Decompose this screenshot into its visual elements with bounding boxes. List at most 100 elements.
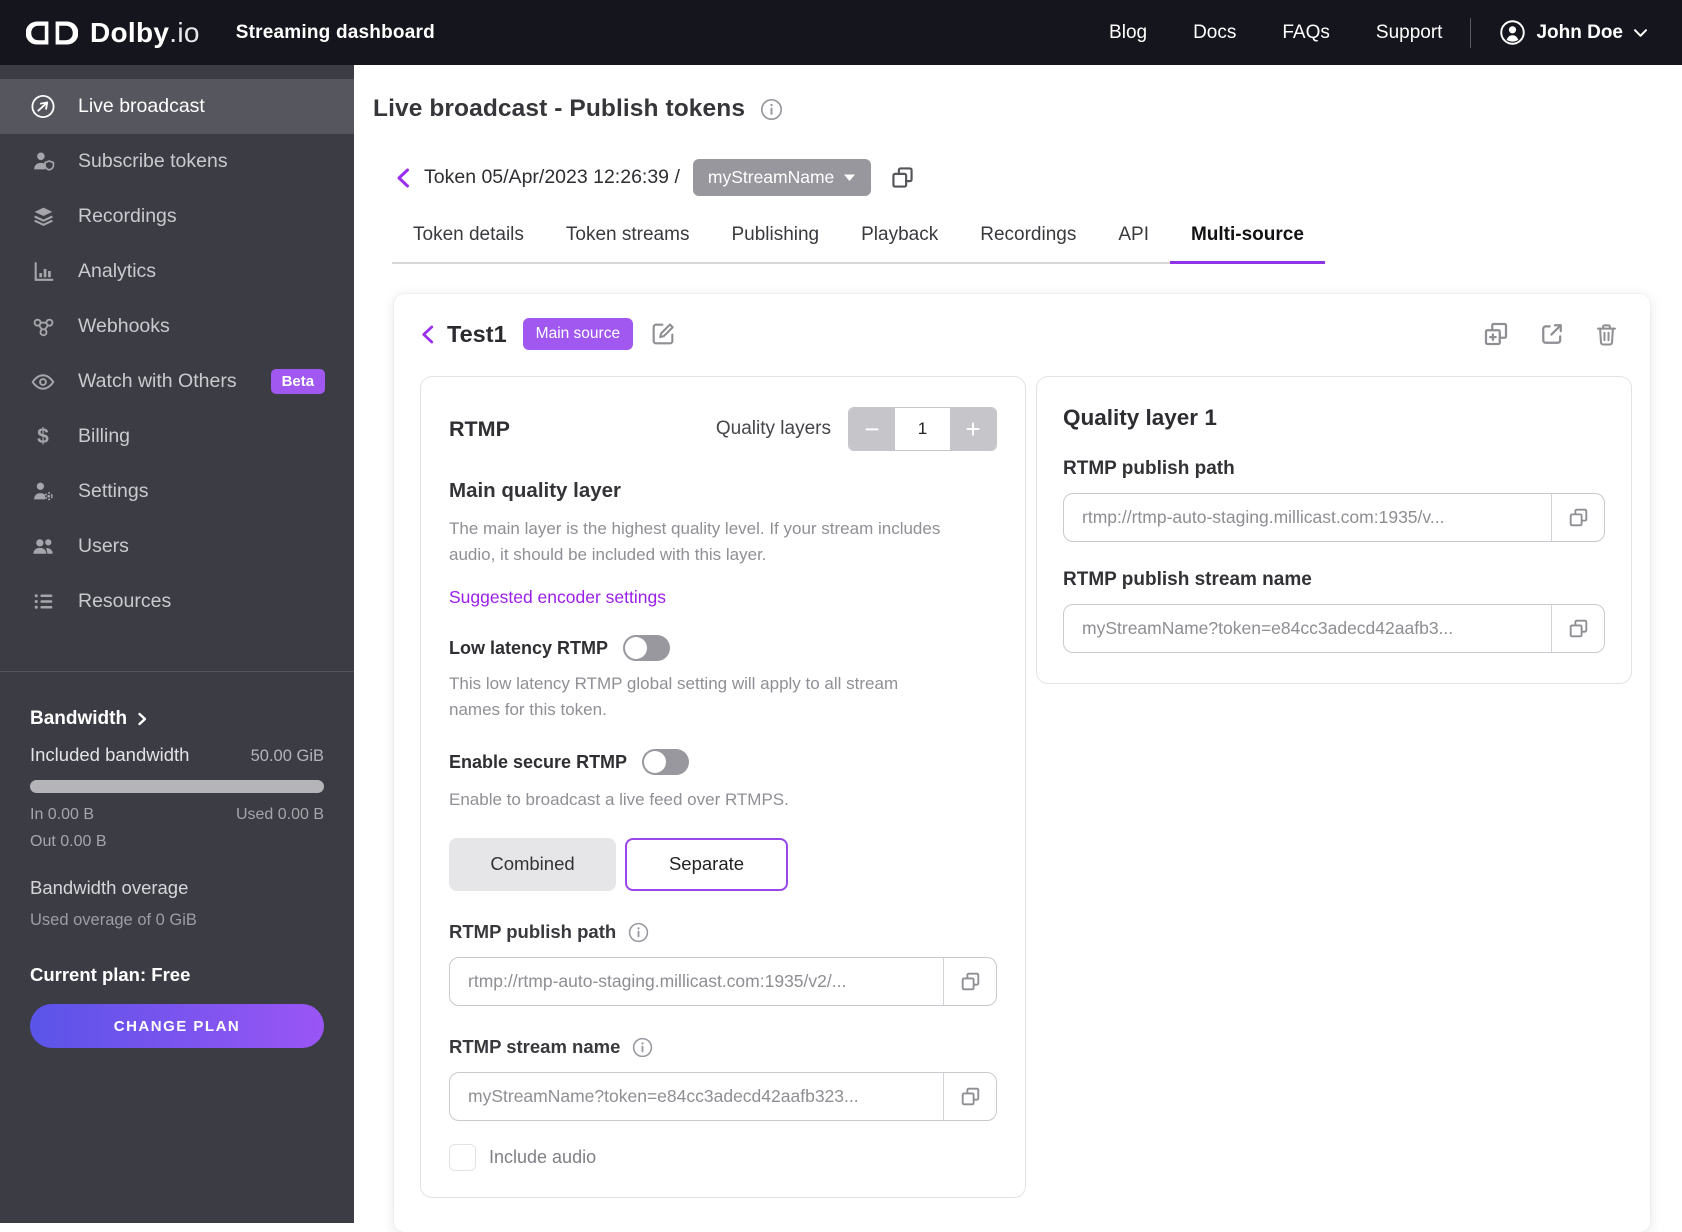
- sidebar-item-settings[interactable]: Settings: [0, 464, 354, 519]
- sidebar-item-billing[interactable]: $ Billing: [0, 409, 354, 464]
- sidebar-item-label: Billing: [78, 425, 131, 447]
- change-plan-button[interactable]: CHANGE PLAN: [30, 1004, 324, 1048]
- decrement-button[interactable]: −: [849, 408, 895, 450]
- delete-source-button[interactable]: [1593, 321, 1620, 348]
- chevron-right-icon: [138, 712, 147, 726]
- info-icon[interactable]: [759, 97, 784, 122]
- bandwidth-out: Out 0.00 B: [30, 833, 107, 850]
- multi-source-card: Test1 Main source RTMP Quality layers − …: [394, 294, 1650, 1232]
- broadcast-icon: [30, 93, 56, 120]
- ql-publish-path-value: rtmp://rtmp-auto-staging.millicast.com:1…: [1082, 507, 1445, 527]
- copy-stream-name-button[interactable]: [888, 163, 917, 192]
- settings-icon: [30, 479, 56, 504]
- token-tabs: Token details Token streams Publishing P…: [392, 224, 1325, 264]
- sidebar-item-resources[interactable]: Resources: [0, 574, 354, 629]
- copy-stream-name-field-button[interactable]: [944, 1073, 996, 1120]
- sidebar-item-label: Recordings: [78, 205, 177, 227]
- sidebar-item-recordings[interactable]: Recordings: [0, 189, 354, 244]
- sidebar-item-subscribe-tokens[interactable]: Subscribe tokens: [0, 134, 354, 189]
- info-icon[interactable]: [631, 1036, 654, 1059]
- user-menu[interactable]: John Doe: [1499, 19, 1648, 46]
- stream-name-dropdown[interactable]: myStreamName: [692, 159, 872, 196]
- sidebar: Live broadcast Subscribe tokens Recordin…: [0, 65, 354, 1223]
- tab-token-streams[interactable]: Token streams: [545, 224, 711, 262]
- external-link-icon: [1542, 324, 1562, 344]
- analytics-icon: [30, 259, 56, 284]
- sidebar-item-users[interactable]: Users: [0, 519, 354, 574]
- eye-icon: [30, 369, 56, 395]
- secure-rtmp-toggle[interactable]: [642, 749, 690, 775]
- copy-publish-path-button[interactable]: [944, 958, 996, 1005]
- token-breadcrumb-text: Token 05/Apr/2023 12:26:39 /: [424, 166, 680, 188]
- resources-icon: [30, 589, 56, 614]
- sidebar-item-label: Watch with Others: [78, 370, 237, 392]
- nav-blog[interactable]: Blog: [1109, 22, 1147, 44]
- bandwidth-overage-title: Bandwidth overage: [30, 877, 189, 898]
- bandwidth-overage-detail: Used overage of 0 GiB: [30, 911, 197, 929]
- secure-rtmp-label: Enable secure RTMP: [449, 751, 628, 772]
- ql-publish-path-input[interactable]: rtmp://rtmp-auto-staging.millicast.com:1…: [1063, 493, 1605, 542]
- rtmp-stream-name-value: myStreamName?token=e84cc3adecd42aafb323.…: [468, 1085, 859, 1106]
- info-icon[interactable]: [627, 921, 650, 944]
- nav-faqs[interactable]: FAQs: [1282, 22, 1330, 44]
- rtmp-publish-path-input[interactable]: rtmp://rtmp-auto-staging.millicast.com:1…: [449, 956, 997, 1006]
- copy-icon: [1569, 508, 1587, 527]
- increment-button[interactable]: +: [950, 408, 996, 450]
- stream-name-value: myStreamName: [707, 167, 835, 187]
- recordings-icon: [30, 204, 56, 229]
- ql-stream-name-label: RTMP publish stream name: [1063, 569, 1312, 590]
- quality-layers-stepper: − 1 +: [848, 407, 997, 451]
- rtmp-publish-path-value: rtmp://rtmp-auto-staging.millicast.com:1…: [468, 970, 847, 991]
- billing-icon: $: [37, 425, 49, 448]
- low-latency-toggle[interactable]: [623, 635, 671, 661]
- ql-stream-name-value: myStreamName?token=e84cc3adecd42aafb3...: [1082, 618, 1454, 638]
- tab-playback[interactable]: Playback: [840, 224, 959, 262]
- card-back-chevron-icon[interactable]: [420, 324, 435, 345]
- sidebar-item-live-broadcast[interactable]: Live broadcast: [0, 79, 354, 134]
- suggested-encoder-settings-link[interactable]: Suggested encoder settings: [449, 587, 666, 608]
- nav-docs[interactable]: Docs: [1193, 22, 1236, 44]
- copy-icon: [1569, 619, 1587, 638]
- quality-layer-panel: Quality layer 1 RTMP publish path rtmp:/…: [1036, 376, 1632, 684]
- tab-publishing[interactable]: Publishing: [710, 224, 840, 262]
- main-quality-layer-title: Main quality layer: [449, 479, 622, 502]
- quality-layer-title: Quality layer 1: [1063, 405, 1217, 430]
- ql-publish-path-label: RTMP publish path: [1063, 458, 1235, 479]
- combined-button[interactable]: Combined: [449, 837, 616, 891]
- include-audio-label: Include audio: [489, 1146, 597, 1167]
- sidebar-item-label: Live broadcast: [78, 95, 205, 117]
- copy-ql-publish-path-button[interactable]: [1552, 494, 1604, 541]
- include-audio-checkbox[interactable]: [449, 1143, 476, 1171]
- included-bandwidth-label: Included bandwidth: [30, 744, 190, 765]
- bandwidth-progress-bar: [30, 780, 324, 793]
- duplicate-source-button[interactable]: [1481, 319, 1511, 349]
- bandwidth-title[interactable]: Bandwidth: [30, 708, 324, 730]
- rtmp-stream-name-input[interactable]: myStreamName?token=e84cc3adecd42aafb323.…: [449, 1071, 997, 1121]
- sidebar-item-webhooks[interactable]: Webhooks: [0, 299, 354, 354]
- sidebar-item-watch-with-others[interactable]: Watch with Others Beta: [0, 354, 354, 409]
- main-quality-layer-desc: The main layer is the highest quality le…: [449, 519, 941, 564]
- quality-layers-value: 1: [895, 408, 950, 450]
- trash-icon: [1597, 323, 1616, 346]
- tab-token-details[interactable]: Token details: [392, 224, 545, 262]
- open-source-button[interactable]: [1538, 320, 1566, 348]
- edit-source-button[interactable]: [649, 320, 677, 348]
- sidebar-item-label: Resources: [78, 590, 172, 612]
- ql-stream-name-input[interactable]: myStreamName?token=e84cc3adecd42aafb3...: [1063, 604, 1605, 653]
- nav-support[interactable]: Support: [1376, 22, 1443, 44]
- webhooks-icon: [30, 314, 56, 339]
- copy-icon: [961, 1087, 979, 1105]
- tab-api[interactable]: API: [1097, 224, 1170, 262]
- tab-multi-source[interactable]: Multi-source: [1169, 224, 1325, 264]
- copy-ql-stream-name-button[interactable]: [1552, 605, 1604, 652]
- sidebar-item-analytics[interactable]: Analytics: [0, 244, 354, 299]
- edit-icon: [652, 323, 674, 345]
- bandwidth-used: Used 0.00 B: [235, 806, 324, 823]
- back-chevron-icon[interactable]: [395, 167, 411, 189]
- tab-recordings[interactable]: Recordings: [959, 224, 1097, 262]
- source-name: Test1: [447, 320, 507, 347]
- copy-icon: [961, 972, 979, 990]
- rtmp-publish-path-label: RTMP publish path: [449, 921, 617, 942]
- chevron-down-icon: [1634, 28, 1647, 37]
- separate-button[interactable]: Separate: [625, 837, 788, 891]
